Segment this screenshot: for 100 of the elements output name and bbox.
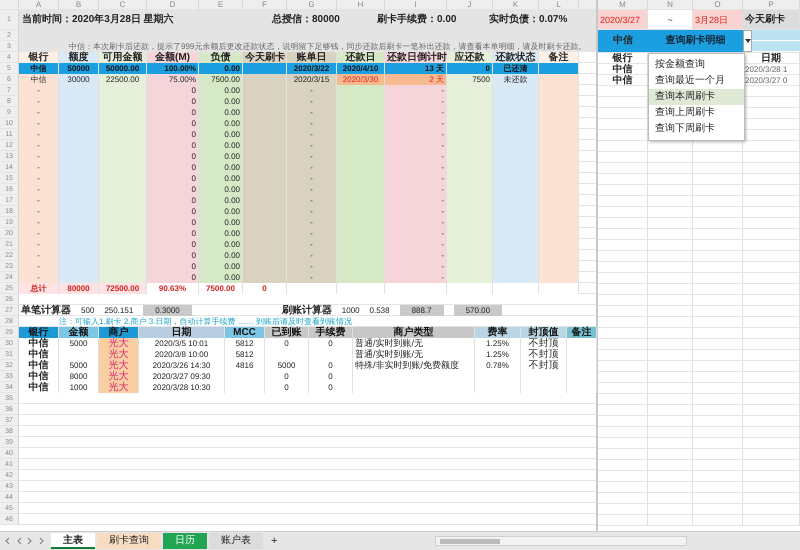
- table-cell: 普通/实时到账/无: [353, 338, 475, 349]
- calculator-result: 888.7: [400, 304, 444, 316]
- table-cell: 5812: [225, 338, 265, 349]
- table-cell: 2020/3/28 1: [743, 64, 800, 74]
- table-cell: 2020/3/27 09:30: [139, 371, 225, 382]
- column-header: 银行: [598, 53, 648, 63]
- table-cell: 特殊/非实时到账/免费额度: [353, 360, 475, 371]
- table-cell: 2020/3/30: [337, 74, 385, 85]
- table-cell: 0.00: [199, 272, 243, 283]
- table-cell: 8000: [59, 371, 99, 382]
- table-cell: -: [287, 261, 337, 272]
- sheet-tab[interactable]: 账户表: [209, 533, 263, 550]
- table-cell: -: [19, 118, 59, 129]
- table-cell: -: [287, 239, 337, 250]
- column-header: 还款状态: [493, 52, 539, 63]
- table-cell: -: [385, 129, 447, 140]
- table-cell: 中信: [19, 382, 59, 393]
- menu-item[interactable]: 按金额查询: [649, 57, 744, 73]
- table-cell: [385, 283, 447, 294]
- column-header: 日期: [743, 53, 800, 63]
- column-header: 还款日倒计时: [385, 52, 447, 63]
- table-cell: -: [385, 151, 447, 162]
- table-cell: 50000.00: [99, 63, 147, 74]
- table-cell: 中信: [19, 371, 59, 382]
- table-cell: -: [385, 107, 447, 118]
- menu-item[interactable]: 查询上周刷卡: [649, 105, 744, 121]
- table-cell: 1000: [59, 382, 99, 393]
- table-cell: -: [287, 151, 337, 162]
- table-cell: -: [19, 129, 59, 140]
- column-header: 今天刷卡: [243, 52, 287, 63]
- table-cell: 0: [309, 338, 353, 349]
- table-cell: -: [385, 96, 447, 107]
- table-cell: -: [19, 272, 59, 283]
- total-cell: 90.63%: [147, 283, 199, 294]
- column-header: 应还款: [447, 52, 493, 63]
- date-from-field[interactable]: 2020/3/27: [598, 10, 648, 29]
- column-header: 封顶值: [521, 327, 567, 338]
- table-cell: -: [287, 129, 337, 140]
- table-cell: 5000: [265, 360, 309, 371]
- calculator-input[interactable]: 500: [81, 304, 94, 316]
- table-cell: 0: [265, 382, 309, 393]
- bank-field[interactable]: 中信: [598, 30, 648, 52]
- sheet-tab[interactable]: 日历: [163, 533, 207, 550]
- table-cell: -: [19, 85, 59, 96]
- menu-item[interactable]: 查询本周刷卡: [649, 89, 744, 105]
- total-cell: 80000: [59, 283, 99, 294]
- table-cell: 75.00%: [147, 74, 199, 85]
- date-to-field[interactable]: 3月28日: [693, 10, 743, 29]
- menu-item[interactable]: 查询最近一个月: [649, 73, 744, 89]
- table-cell: 1.25%: [475, 349, 521, 360]
- table-cell: 0: [147, 261, 199, 272]
- table-cell: 不封顶: [521, 349, 567, 360]
- table-cell: 中信: [19, 63, 59, 74]
- column-header: 已到账: [265, 327, 309, 338]
- table-cell: 2020/3/26 14:30: [139, 360, 225, 371]
- table-cell: 0.00: [199, 261, 243, 272]
- table-cell: 0: [147, 129, 199, 140]
- table-cell: -: [19, 107, 59, 118]
- query-dropdown[interactable]: 查询刷卡明细: [648, 30, 743, 52]
- horizontal-scrollbar[interactable]: [435, 536, 688, 546]
- table-cell: 0.00: [199, 206, 243, 217]
- calculator-input[interactable]: 250.151: [104, 304, 134, 316]
- table-cell: -: [287, 118, 337, 129]
- table-cell: 4816: [225, 360, 265, 371]
- table-cell: 0: [265, 338, 309, 349]
- card-fee: 刷卡手续费：0.00: [377, 12, 458, 27]
- table-cell: 0.00: [199, 239, 243, 250]
- table-cell: 50000: [59, 63, 99, 74]
- table-cell: 1.25%: [475, 338, 521, 349]
- menu-item[interactable]: 查询下周刷卡: [649, 121, 744, 137]
- table-cell: -: [287, 206, 337, 217]
- add-sheet-button[interactable]: +: [265, 535, 284, 548]
- table-cell: 0: [147, 195, 199, 206]
- total-cell: 0: [243, 283, 287, 294]
- table-cell: 0.00: [199, 85, 243, 96]
- table-cell: -: [385, 173, 447, 184]
- table-cell: -: [385, 195, 447, 206]
- table-cell: [287, 283, 337, 294]
- table-cell: -: [385, 85, 447, 96]
- table-cell: 0: [147, 206, 199, 217]
- calculator-input[interactable]: 0.538: [370, 304, 390, 316]
- table-cell: 0: [147, 118, 199, 129]
- table-cell: 2020/3/27 0: [743, 75, 800, 85]
- calculator-input[interactable]: 1000: [342, 304, 360, 316]
- table-cell: 0.00: [199, 184, 243, 195]
- table-cell: -: [287, 140, 337, 151]
- table-cell: -: [385, 206, 447, 217]
- table-cell: 0: [147, 162, 199, 173]
- column-header: 商户: [99, 327, 139, 338]
- table-cell: 0: [147, 151, 199, 162]
- table-cell: 不封顶: [521, 338, 567, 349]
- column-header: 费率: [475, 327, 521, 338]
- table-cell: 2020/3/15: [287, 74, 337, 85]
- table-cell: 22500.00: [99, 74, 147, 85]
- table-cell: 0: [147, 184, 199, 195]
- table-cell: -: [385, 184, 447, 195]
- table-cell: -: [287, 107, 337, 118]
- sheet-tab[interactable]: 刷卡查询: [97, 533, 161, 550]
- table-cell: [752, 30, 800, 41]
- sheet-tab[interactable]: 主表: [51, 533, 95, 550]
